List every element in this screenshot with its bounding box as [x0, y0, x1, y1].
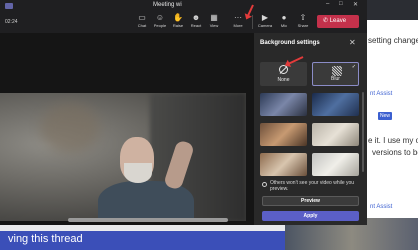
meeting-stage [0, 33, 254, 225]
chat-icon: ▭ [138, 13, 146, 22]
window-title: Meeting wi [153, 2, 182, 8]
new-badge: New [378, 112, 392, 120]
apply-button[interactable]: Apply [262, 211, 359, 221]
selected-check-icon: ✓ [351, 64, 356, 70]
background-text-line: e it. I use my ov [368, 136, 418, 145]
react-icon: ☻ [191, 13, 201, 22]
people-button[interactable]: ☺ People [151, 13, 169, 28]
view-icon: ▦ [210, 13, 218, 22]
leave-button[interactable]: ✆ Leave [317, 15, 359, 28]
preview-checkbox[interactable] [262, 182, 267, 187]
title-bar [0, 0, 367, 11]
background-image-option[interactable] [312, 153, 359, 176]
people-icon: ☺ [155, 13, 165, 22]
background-text-line: versions to be [372, 148, 418, 157]
view-button[interactable]: ▦ View [205, 13, 223, 28]
background-none-option[interactable]: None [260, 62, 307, 86]
close-icon[interactable]: ✕ [349, 38, 356, 47]
background-blur-option[interactable]: ✓ Blur [312, 62, 359, 86]
raise-hand-button[interactable]: ✋ Raise [169, 13, 187, 28]
background-image-option[interactable] [312, 123, 359, 146]
meeting-timer: 02:24 [5, 19, 18, 25]
self-video [0, 93, 246, 221]
close-window-icon[interactable]: ✕ [353, 1, 358, 8]
background-link[interactable]: nt Assist [370, 204, 392, 210]
panel-scrollbar[interactable] [362, 92, 364, 172]
mic-button[interactable]: ● Mic [275, 13, 293, 28]
share-button[interactable]: ⇧ Share [294, 13, 312, 28]
participant-beard [124, 163, 152, 183]
background-footer-text: ving this thread [8, 233, 83, 245]
teams-meeting-window: Meeting wi – □ ✕ 02:24 ▭ Chat ☺ People ✋ Ra… [0, 0, 367, 225]
camera-icon: ▶ [261, 13, 269, 22]
preview-checkbox-label: Others won't see your video while you pr… [270, 180, 355, 192]
background-image-option[interactable] [260, 153, 307, 176]
background-image-option[interactable] [260, 93, 307, 116]
taskbar-strip [68, 218, 228, 222]
background-link[interactable]: nt Assist [370, 91, 392, 97]
raise-hand-icon: ✋ [173, 13, 183, 22]
background-browser-topbar [358, 0, 418, 20]
background-text-line: setting change [368, 36, 418, 45]
panel-title: Background settings [260, 40, 320, 46]
background-image-option[interactable] [260, 123, 307, 146]
minimize-icon[interactable]: – [326, 1, 329, 7]
teams-app-icon [5, 3, 13, 9]
maximize-icon[interactable]: □ [339, 1, 343, 7]
preview-button[interactable]: Preview [262, 196, 359, 206]
mic-icon: ● [281, 13, 287, 22]
camera-button[interactable]: ▶ Camera [256, 13, 274, 28]
blur-icon [332, 66, 342, 76]
background-image-option[interactable] [312, 93, 359, 116]
phone-icon: ✆ [323, 18, 330, 24]
screen: setting change nt Assist New e it. I use… [0, 0, 418, 250]
toolbar-divider [252, 15, 253, 29]
share-icon: ⇧ [299, 13, 307, 22]
chat-button[interactable]: ▭ Chat [133, 13, 151, 28]
react-button[interactable]: ☻ React [187, 13, 205, 28]
video-background [40, 103, 100, 153]
